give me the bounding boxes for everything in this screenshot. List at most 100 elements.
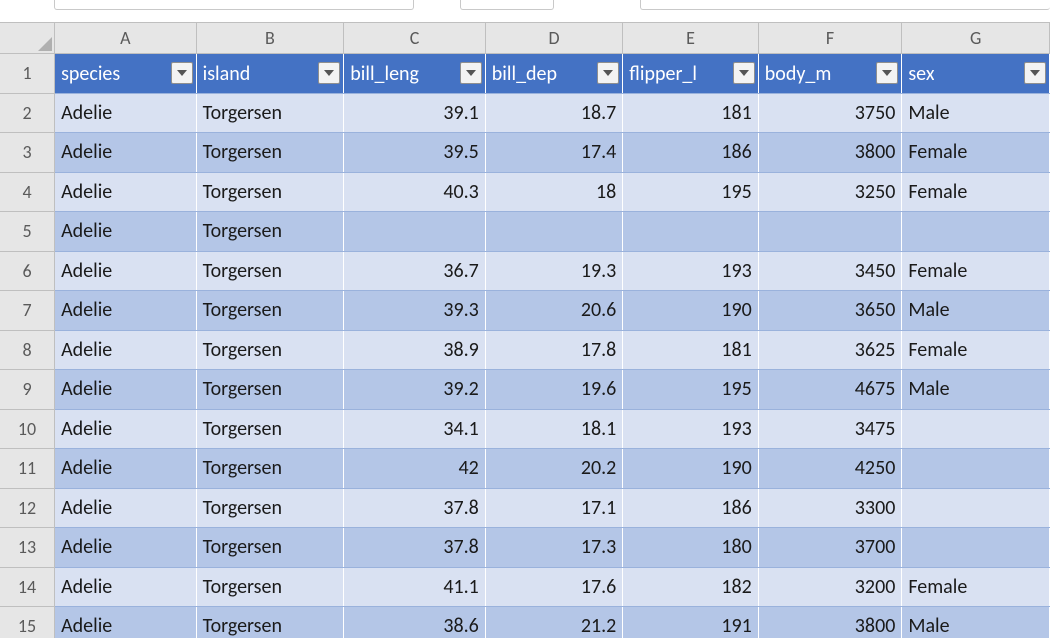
cell[interactable]: 17.8 bbox=[485, 330, 623, 370]
cell[interactable]: Torgersen bbox=[196, 251, 344, 291]
cell[interactable]: 20.2 bbox=[485, 449, 623, 489]
cell[interactable]: 182 bbox=[623, 567, 758, 607]
row-header[interactable]: 4 bbox=[0, 172, 55, 212]
table-header-cell[interactable]: body_m bbox=[758, 54, 902, 94]
row-header[interactable]: 5 bbox=[0, 212, 55, 252]
row-header[interactable]: 14 bbox=[0, 567, 55, 607]
cell[interactable] bbox=[902, 212, 1050, 252]
table-header-cell[interactable]: species bbox=[55, 54, 197, 94]
cell[interactable]: 19.3 bbox=[485, 251, 623, 291]
row-header[interactable]: 9 bbox=[0, 370, 55, 410]
cell[interactable]: 193 bbox=[623, 409, 758, 449]
cell[interactable]: 21.2 bbox=[485, 607, 623, 638]
cell[interactable]: 3475 bbox=[758, 409, 902, 449]
cell[interactable]: 18.1 bbox=[485, 409, 623, 449]
filter-dropdown-icon[interactable] bbox=[318, 62, 340, 84]
cell[interactable]: 4250 bbox=[758, 449, 902, 489]
filter-dropdown-icon[interactable] bbox=[1024, 62, 1046, 84]
row-header[interactable]: 2 bbox=[0, 93, 55, 133]
cell[interactable]: Torgersen bbox=[196, 93, 344, 133]
cell[interactable]: Torgersen bbox=[196, 449, 344, 489]
row-header[interactable]: 7 bbox=[0, 291, 55, 331]
cell[interactable]: 18 bbox=[485, 172, 623, 212]
table-header-cell[interactable]: sex bbox=[902, 54, 1050, 94]
cell[interactable]: 17.3 bbox=[485, 528, 623, 568]
column-header-F[interactable]: F bbox=[758, 23, 902, 54]
cell[interactable]: 180 bbox=[623, 528, 758, 568]
cell[interactable]: Female bbox=[902, 133, 1050, 173]
cell[interactable]: 186 bbox=[623, 488, 758, 528]
cell[interactable]: 37.8 bbox=[344, 528, 486, 568]
cell[interactable]: Adelie bbox=[55, 607, 197, 638]
filter-dropdown-icon[interactable] bbox=[733, 62, 755, 84]
cell[interactable]: 186 bbox=[623, 133, 758, 173]
cell[interactable]: Male bbox=[902, 370, 1050, 410]
filter-dropdown-icon[interactable] bbox=[597, 62, 619, 84]
cell[interactable]: Adelie bbox=[55, 488, 197, 528]
row-header[interactable]: 1 bbox=[0, 54, 55, 94]
cell[interactable]: 195 bbox=[623, 172, 758, 212]
row-header[interactable]: 6 bbox=[0, 251, 55, 291]
column-header-E[interactable]: E bbox=[623, 23, 758, 54]
cell[interactable]: Female bbox=[902, 567, 1050, 607]
cell[interactable]: 18.7 bbox=[485, 93, 623, 133]
table-header-cell[interactable]: bill_dep bbox=[485, 54, 623, 94]
cell[interactable]: 181 bbox=[623, 93, 758, 133]
column-header-G[interactable]: G bbox=[902, 23, 1050, 54]
cell[interactable]: 36.7 bbox=[344, 251, 486, 291]
select-all-corner[interactable] bbox=[0, 23, 55, 54]
row-header[interactable]: 11 bbox=[0, 449, 55, 489]
cell[interactable]: 3650 bbox=[758, 291, 902, 331]
cell[interactable]: 39.1 bbox=[344, 93, 486, 133]
row-header[interactable]: 12 bbox=[0, 488, 55, 528]
cell[interactable]: 4675 bbox=[758, 370, 902, 410]
cell[interactable]: Adelie bbox=[55, 93, 197, 133]
cell[interactable]: Torgersen bbox=[196, 567, 344, 607]
cell[interactable]: Adelie bbox=[55, 449, 197, 489]
cell[interactable]: Adelie bbox=[55, 409, 197, 449]
cell[interactable]: Adelie bbox=[55, 212, 197, 252]
cell[interactable]: Male bbox=[902, 607, 1050, 638]
cell[interactable]: Male bbox=[902, 93, 1050, 133]
cell[interactable]: Torgersen bbox=[196, 172, 344, 212]
column-header-A[interactable]: A bbox=[55, 23, 197, 54]
cell[interactable]: Torgersen bbox=[196, 409, 344, 449]
cell[interactable]: Female bbox=[902, 330, 1050, 370]
cell[interactable] bbox=[623, 212, 758, 252]
cell[interactable] bbox=[902, 488, 1050, 528]
fx-button-fragment[interactable] bbox=[460, 0, 554, 10]
cell[interactable]: Adelie bbox=[55, 251, 197, 291]
cell[interactable]: 3625 bbox=[758, 330, 902, 370]
cell[interactable]: 17.4 bbox=[485, 133, 623, 173]
cell[interactable]: 3450 bbox=[758, 251, 902, 291]
cell[interactable]: 38.9 bbox=[344, 330, 486, 370]
filter-dropdown-icon[interactable] bbox=[876, 62, 898, 84]
cell[interactable]: Torgersen bbox=[196, 291, 344, 331]
cell[interactable]: Female bbox=[902, 251, 1050, 291]
cell[interactable] bbox=[758, 212, 902, 252]
cell[interactable]: Torgersen bbox=[196, 212, 344, 252]
cell[interactable]: 37.8 bbox=[344, 488, 486, 528]
cell[interactable]: 38.6 bbox=[344, 607, 486, 638]
row-header[interactable]: 8 bbox=[0, 330, 55, 370]
cell[interactable]: 40.3 bbox=[344, 172, 486, 212]
cell[interactable]: Adelie bbox=[55, 172, 197, 212]
cell[interactable] bbox=[485, 212, 623, 252]
cell[interactable]: 39.2 bbox=[344, 370, 486, 410]
table-header-cell[interactable]: flipper_l bbox=[623, 54, 758, 94]
cell[interactable]: Torgersen bbox=[196, 133, 344, 173]
cell[interactable]: Male bbox=[902, 291, 1050, 331]
column-header-C[interactable]: C bbox=[344, 23, 486, 54]
row-header[interactable]: 3 bbox=[0, 133, 55, 173]
cell[interactable]: 19.6 bbox=[485, 370, 623, 410]
cell[interactable]: 20.6 bbox=[485, 291, 623, 331]
cell[interactable]: 3300 bbox=[758, 488, 902, 528]
cell[interactable]: 39.3 bbox=[344, 291, 486, 331]
formula-bar-fragment[interactable] bbox=[640, 0, 1050, 10]
cell[interactable]: Torgersen bbox=[196, 607, 344, 638]
cell[interactable]: 3800 bbox=[758, 133, 902, 173]
filter-dropdown-icon[interactable] bbox=[460, 62, 482, 84]
filter-dropdown-icon[interactable] bbox=[171, 62, 193, 84]
cell[interactable] bbox=[902, 449, 1050, 489]
cell[interactable]: Adelie bbox=[55, 370, 197, 410]
